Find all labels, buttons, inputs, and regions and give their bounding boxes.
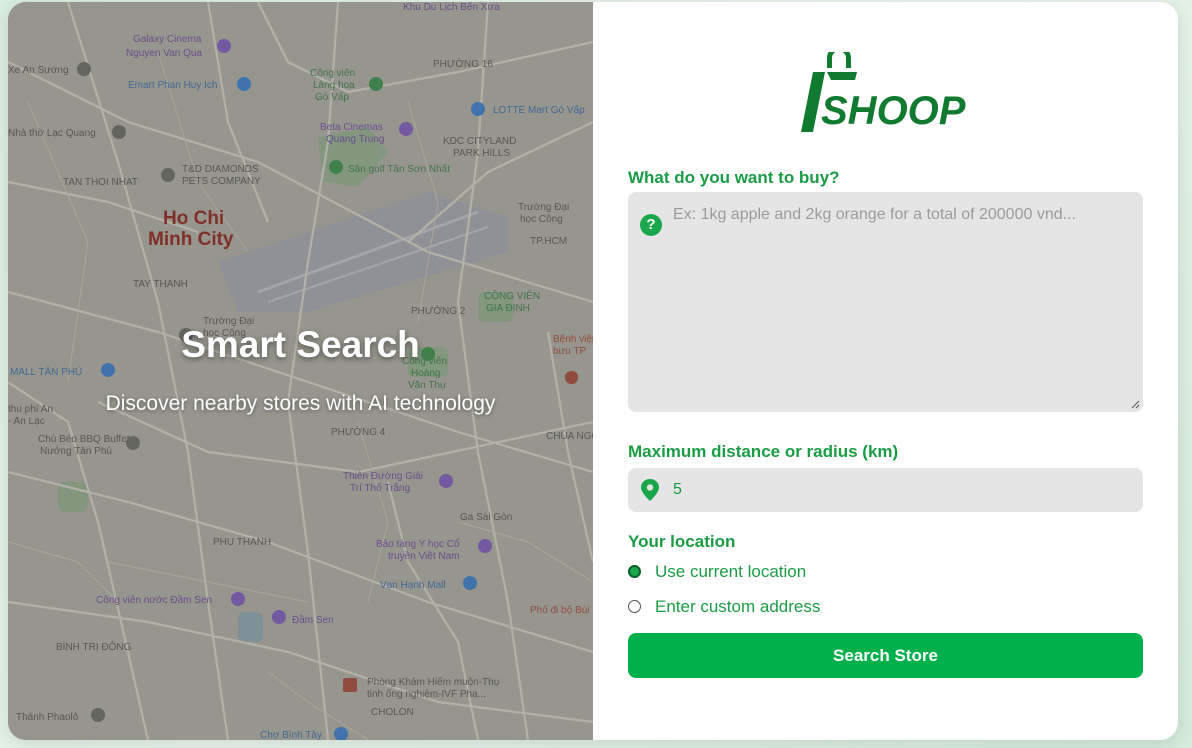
logo-text: SHOOP [821,89,966,133]
location-pin-icon [641,479,659,501]
buy-label: What do you want to buy? [628,168,840,187]
distance-label: Maximum distance or radius (km) [628,442,899,461]
radio-button-checked[interactable] [628,565,641,578]
radio-button-unchecked[interactable] [628,600,641,613]
buy-placeholder: Ex: 1kg apple and 2kg orange for a total… [673,206,1076,223]
radio-label-custom: Enter custom address [655,597,821,616]
radio-label-current: Use current location [655,562,807,581]
resize-handle-icon[interactable] [1130,399,1140,409]
hero-subtitle: Discover nearby stores with AI technolog… [105,392,496,415]
location-label: Your location [628,532,736,551]
search-card: Ho Chi Minh City Galaxy Cinema Nguyen Van… [8,2,1178,740]
buy-textarea[interactable]: ? Ex: 1kg apple and 2kg orange for a tot… [628,192,1143,412]
hero-title: Smart Search [181,324,420,365]
shoop-logo: SHOOP [801,52,966,133]
search-store-button[interactable]: Search Store [628,633,1143,678]
search-form: SHOOP What do you want to buy? ? Ex: 1kg… [593,2,1178,740]
map-overlay [8,2,593,740]
distance-value: 5 [673,481,682,498]
map-background: Ho Chi Minh City Galaxy Cinema Nguyen Van… [8,2,593,740]
question-icon: ? [640,214,662,236]
distance-input[interactable]: 5 [628,468,1143,512]
